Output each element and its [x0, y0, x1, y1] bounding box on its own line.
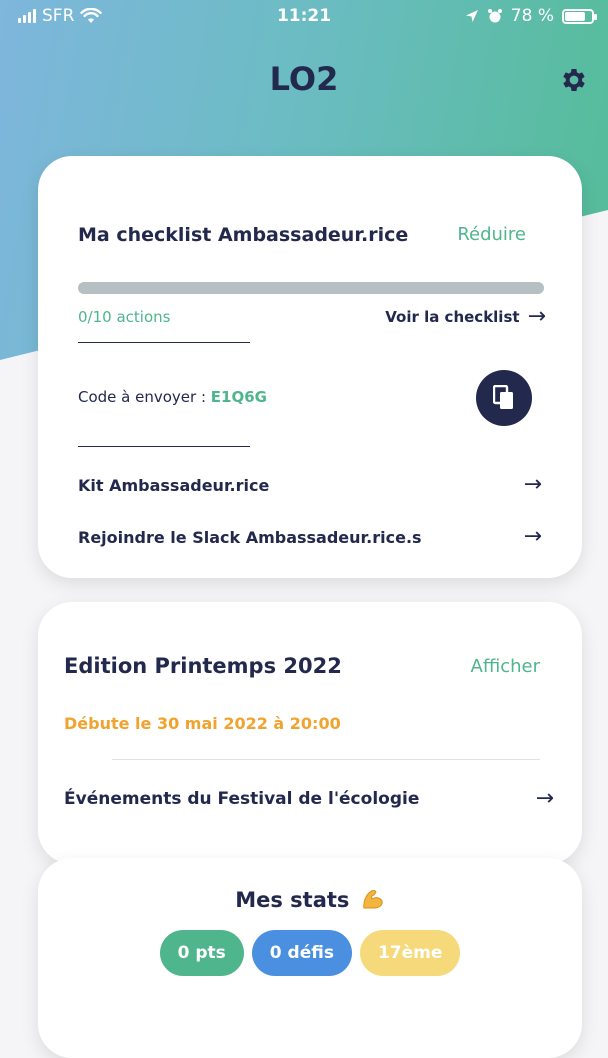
divider — [78, 446, 250, 447]
battery-icon — [562, 8, 597, 24]
view-checklist-link[interactable]: Voir la checklist → — [385, 306, 546, 328]
stats-title-label: Mes stats — [235, 888, 350, 912]
rank-badge: 17ème — [359, 930, 461, 976]
status-right: 78 % — [465, 6, 597, 26]
join-slack-label: Rejoindre le Slack Ambassadeur.rice.s — [78, 527, 422, 547]
arrow-right-icon: → — [523, 524, 542, 549]
code-label: Code à envoyer : — [78, 388, 207, 406]
referral-code-row: Code à envoyer : E1Q6G — [78, 388, 267, 406]
kit-ambassador-label: Kit Ambassadeur.rice — [78, 475, 270, 495]
stats-card: Mes stats 0 pts 0 défis 17ème — [38, 858, 582, 1058]
checklist-progress-bar — [78, 282, 544, 294]
kit-ambassador-link[interactable]: Kit Ambassadeur.rice → — [78, 474, 542, 496]
edition-title: Edition Printemps 2022 — [64, 654, 342, 678]
challenges-badge: 0 défis — [251, 930, 352, 976]
edition-start-date: Débute le 30 mai 2022 à 20:00 — [64, 714, 341, 733]
status-bar: SFR 11:21 78 % — [0, 0, 608, 34]
code-value: E1Q6G — [210, 388, 267, 406]
stats-title: Mes stats — [38, 888, 582, 912]
arrow-right-icon: → — [527, 304, 546, 329]
view-checklist-label: Voir la checklist — [385, 308, 520, 326]
arrow-right-icon: → — [535, 786, 554, 811]
location-arrow-icon — [465, 10, 478, 22]
festival-events-link[interactable]: Événements du Festival de l'écologie → — [64, 788, 554, 810]
arrow-right-icon: → — [523, 472, 542, 497]
checklist-card: Ma checklist Ambassadeur.rice Réduire 0/… — [38, 156, 582, 578]
checklist-title: Ma checklist Ambassadeur.rice — [78, 224, 409, 246]
edition-card: Edition Printemps 2022 Afficher Débute l… — [38, 602, 582, 864]
join-slack-link[interactable]: Rejoindre le Slack Ambassadeur.rice.s → — [78, 526, 542, 548]
festival-events-label: Événements du Festival de l'écologie — [64, 789, 420, 809]
points-badge: 0 pts — [159, 930, 244, 976]
progress-count: 0/10 actions — [78, 308, 171, 326]
page-title: LO2 — [269, 60, 339, 98]
stats-pills: 0 pts 0 défis 17ème — [38, 930, 582, 976]
copy-icon — [493, 385, 513, 409]
flexed-biceps-icon — [363, 890, 383, 909]
divider — [112, 759, 540, 760]
copy-code-button[interactable] — [476, 370, 532, 426]
show-button[interactable]: Afficher — [471, 656, 541, 677]
divider — [78, 342, 250, 343]
collapse-button[interactable]: Réduire — [457, 224, 526, 245]
battery-percent: 78 % — [510, 6, 554, 26]
alarm-icon — [487, 9, 502, 23]
gear-icon[interactable] — [558, 64, 590, 96]
